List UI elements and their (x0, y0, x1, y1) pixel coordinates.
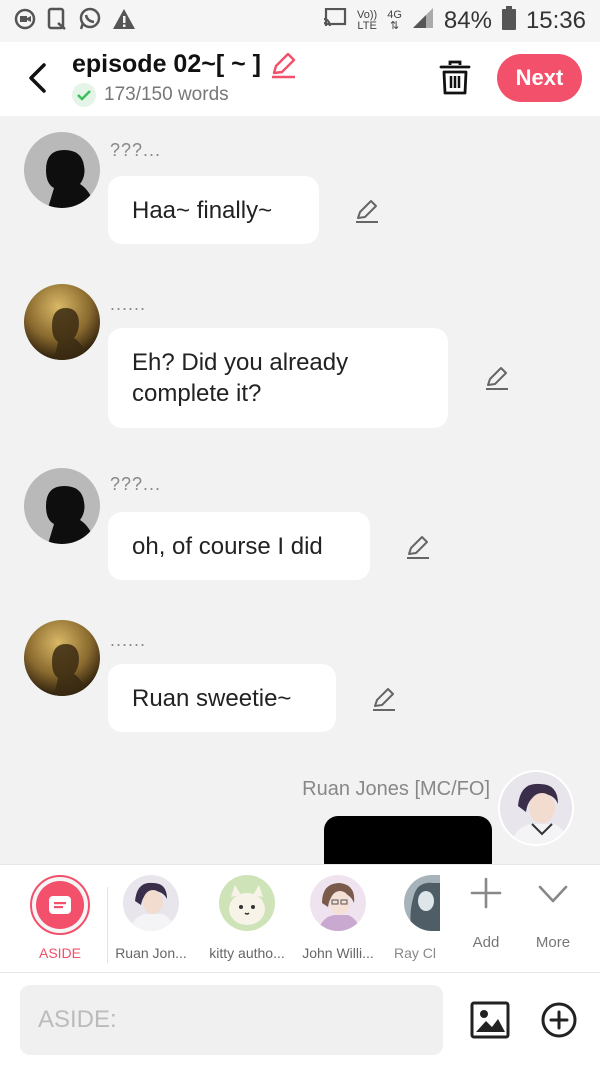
dark-silhouette-avatar[interactable] (24, 132, 100, 208)
back-button[interactable] (22, 60, 52, 96)
ruan-jones-avatar (123, 875, 179, 931)
message-bubble[interactable]: oh, of course I did (108, 512, 370, 580)
video-call-icon (14, 8, 36, 35)
dark-silhouette-avatar[interactable] (24, 468, 100, 544)
message-bubble-right[interactable] (324, 816, 492, 864)
plus-circle-icon (541, 1002, 577, 1038)
ray-avatar (404, 875, 440, 931)
chevron-left-icon (29, 63, 46, 93)
data-arrows-icon: ⇅ (389, 20, 400, 32)
golden-silhouette-avatar[interactable] (24, 620, 100, 696)
lte-label: LTE (357, 20, 377, 32)
chevron-down-icon (538, 885, 568, 903)
cast-icon (323, 7, 347, 35)
clock: 15:36 (525, 7, 586, 34)
check-icon (72, 83, 96, 107)
character-kitty-author[interactable]: kitty autho... (202, 875, 292, 961)
composer (0, 972, 600, 1067)
speaker-name: ...... (110, 630, 147, 650)
character-label: ASIDE (38, 945, 81, 961)
character-label: kitty autho... (209, 945, 285, 961)
plus-icon (470, 877, 502, 909)
speaker-name: ???... (110, 140, 162, 160)
whatsapp-icon (78, 7, 102, 36)
word-count-text: 173/150 words (104, 84, 229, 105)
trash-icon (439, 60, 471, 95)
character-label: Ray Cl (394, 945, 437, 961)
add-content-button[interactable] (540, 1001, 578, 1039)
message-bubble[interactable]: Eh? Did you already complete it? (108, 328, 448, 428)
message-bubble[interactable]: Ruan sweetie~ (108, 664, 336, 732)
character-ray[interactable]: Ray Cl (376, 875, 440, 961)
edit-message-icon[interactable] (484, 365, 510, 391)
aside-icon (49, 896, 71, 914)
add-label: Add (472, 934, 500, 951)
next-button[interactable]: Next (497, 54, 582, 102)
word-count: 173/150 words (72, 83, 297, 107)
speaker-name-right: Ruan Jones [MC/FO] (302, 778, 490, 800)
character-label: Ruan Jon... (115, 945, 187, 961)
edit-message-icon[interactable] (371, 686, 397, 712)
chat-area[interactable]: ???... Haa~ finally~ ...... Eh? Did you … (0, 116, 600, 864)
character-aside[interactable]: ASIDE (15, 875, 105, 961)
battery-percent: 84% (443, 7, 492, 34)
more-label: More (535, 934, 571, 951)
image-icon (470, 1001, 510, 1039)
message-bubble[interactable]: Haa~ finally~ (108, 176, 319, 244)
pencil-icon[interactable] (269, 51, 297, 79)
edit-message-icon[interactable] (405, 534, 431, 560)
message-input[interactable] (20, 985, 443, 1055)
ruan-jones-avatar[interactable] (498, 770, 574, 846)
screen-cast-icon (46, 7, 68, 36)
character-bar: ASIDE Ruan Jon... kitty autho... John Wi… (0, 864, 600, 972)
character-john-williams[interactable]: John Willi... (293, 875, 383, 961)
volte-indicator: Vo)) LTE (357, 10, 377, 32)
network-indicator: 4G ⇅ (387, 10, 402, 32)
episode-title[interactable]: episode 02~[ ~ ] (72, 50, 297, 79)
episode-title-group: episode 02~[ ~ ] 173/150 words (72, 50, 297, 107)
more-characters-button[interactable]: More (523, 875, 583, 951)
insert-image-button[interactable] (470, 1001, 510, 1039)
editor-header: episode 02~[ ~ ] 173/150 words Next (0, 42, 600, 116)
speaker-name: ...... (110, 294, 147, 314)
character-label: John Willi... (302, 945, 374, 961)
speaker-name: ???... (110, 474, 162, 494)
delete-button[interactable] (438, 60, 472, 96)
aside-button[interactable] (30, 875, 90, 935)
signal-icon (412, 7, 434, 36)
golden-silhouette-avatar[interactable] (24, 284, 100, 360)
battery-icon (501, 5, 516, 37)
john-williams-avatar (310, 875, 366, 931)
kitty-author-avatar (219, 875, 275, 931)
add-character-button[interactable]: Add (456, 875, 516, 951)
warning-icon (112, 8, 136, 35)
episode-title-text: episode 02~[ ~ ] (72, 50, 261, 78)
status-bar: Vo)) LTE 4G ⇅ 84% 15:36 (0, 0, 600, 42)
character-ruan-jones[interactable]: Ruan Jon... (106, 875, 196, 961)
edit-message-icon[interactable] (354, 198, 380, 224)
